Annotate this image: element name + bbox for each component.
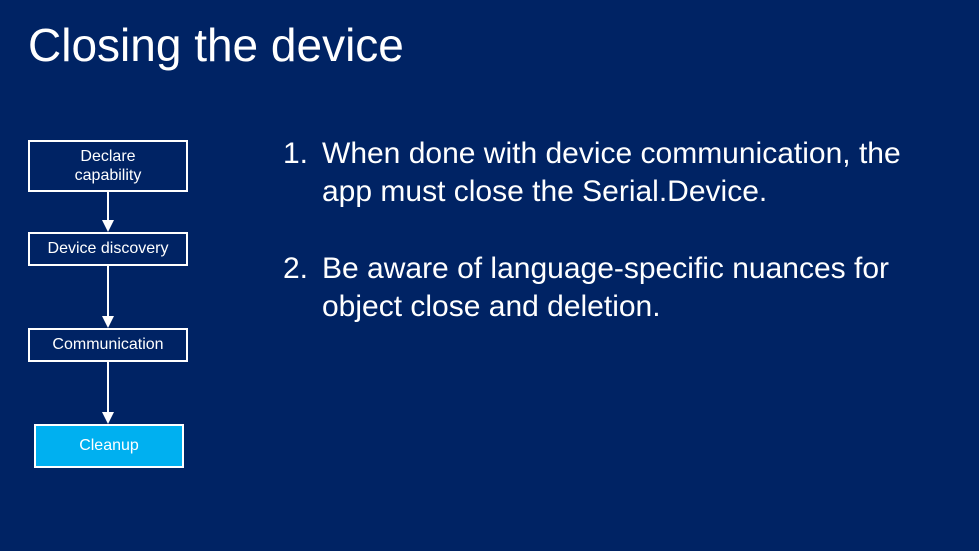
list-number: 2. <box>260 250 322 325</box>
step-label: Cleanup <box>79 436 139 455</box>
list-item: 2. Be aware of language-specific nuances… <box>260 250 950 325</box>
list-number: 1. <box>260 135 322 210</box>
step-communication: Communication <box>28 328 188 362</box>
step-label: Declare capability <box>75 147 142 185</box>
content-list: 1. When done with device communication, … <box>260 135 950 365</box>
arrow-down-icon <box>28 192 188 232</box>
step-label: Communication <box>52 335 163 354</box>
list-text: Be aware of language-specific nuances fo… <box>322 250 950 325</box>
arrow-down-icon <box>28 362 188 424</box>
step-declare-capability: Declare capability <box>28 140 188 192</box>
list-item: 1. When done with device communication, … <box>260 135 950 210</box>
page-title: Closing the device <box>28 18 404 72</box>
step-label: Device discovery <box>48 239 169 258</box>
list-text: When done with device communication, the… <box>322 135 950 210</box>
step-device-discovery: Device discovery <box>28 232 188 266</box>
arrow-down-icon <box>28 266 188 328</box>
slide: Closing the device Declare capability De… <box>0 0 979 551</box>
step-cleanup: Cleanup <box>34 424 184 468</box>
process-diagram: Declare capability Device discovery Comm… <box>28 140 188 468</box>
